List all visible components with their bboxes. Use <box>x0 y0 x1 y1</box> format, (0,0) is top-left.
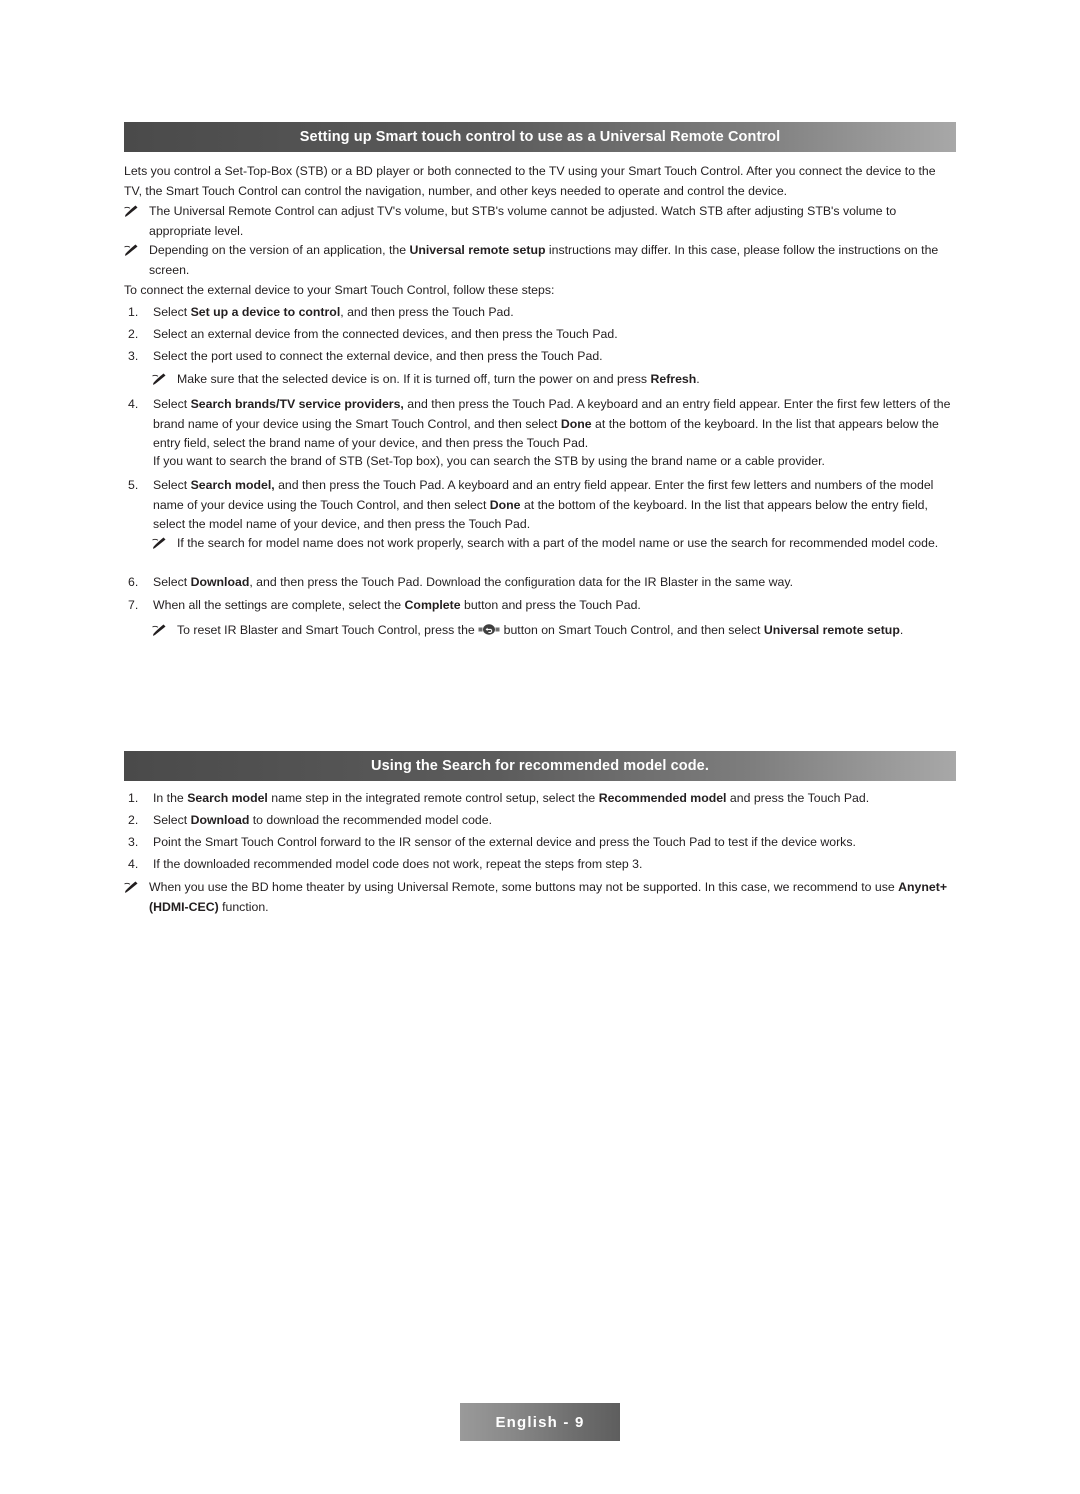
note-reset-term: Universal remote setup <box>763 623 900 637</box>
step-5-term-1: Search model, <box>190 478 275 492</box>
step-3-text: Select the port used to connect the exte… <box>153 349 603 363</box>
note-device-on: Make sure that the selected device is on… <box>152 370 954 390</box>
page-footer: English - 9 <box>460 1403 620 1441</box>
note-reset-text-d: . <box>899 623 904 637</box>
note-reset-text-a: To reset IR Blaster and Smart Touch Cont… <box>177 623 479 637</box>
pencil-note-icon <box>124 202 149 241</box>
s2-note-text-a: When you use the BD home theater by usin… <box>149 880 899 894</box>
s2-step-2-number: 2. <box>128 813 139 827</box>
step-3: 3. Select the port used to connect the e… <box>128 347 954 367</box>
step-6: 6. Select Download, and then press the T… <box>128 573 954 593</box>
s2-step-1-term-2: Recommended model <box>598 791 727 805</box>
step-7: 7. When all the settings are complete, s… <box>128 596 954 616</box>
pencil-note-icon <box>124 878 149 917</box>
step-4: 4. Select Search brands/TV service provi… <box>128 395 954 454</box>
step-6-term: Download <box>190 575 250 589</box>
s2-note-bd-home-theater: When you use the BD home theater by usin… <box>124 878 954 917</box>
section-header-universal-remote-title: Setting up Smart touch control to use as… <box>299 128 781 145</box>
step-7-text: When all the settings are complete, sele… <box>153 596 954 616</box>
s2-step-3-number: 3. <box>128 835 139 849</box>
note-volume: The Universal Remote Control can adjust … <box>124 202 954 241</box>
step-7-number: 7. <box>128 598 139 612</box>
step-1-term: Set up a device to control <box>190 305 341 319</box>
note-model-search-text: If the search for model name does not wo… <box>177 536 939 550</box>
s2-step-1-number: 1. <box>128 791 139 805</box>
note-device-on-text: Make sure that the selected device is on… <box>177 370 954 390</box>
s2-step-4-number: 4. <box>128 857 139 871</box>
step-6-text-c: , and then press the Touch Pad. Download… <box>249 575 794 589</box>
note-reset: To reset IR Blaster and Smart Touch Cont… <box>152 621 954 641</box>
pencil-note-icon <box>152 370 177 390</box>
step-6-text-a: Select <box>153 575 191 589</box>
section-header-universal-remote: Setting up Smart touch control to use as… <box>124 122 956 152</box>
note-version-text: Depending on the version of an applicati… <box>149 241 954 280</box>
step-7-text-c: button and press the Touch Pad. <box>460 598 641 612</box>
step-4-subnote: If you want to search the brand of STB (… <box>153 454 825 468</box>
s2-step-3-text: Point the Smart Touch Control forward to… <box>153 835 856 849</box>
s2-step-3: 3. Point the Smart Touch Control forward… <box>128 833 954 853</box>
note-reset-text: To reset IR Blaster and Smart Touch Cont… <box>177 621 954 641</box>
step-1: 1. Select Set up a device to control, an… <box>128 303 954 323</box>
note-model-search: If the search for model name does not wo… <box>152 534 954 554</box>
step-1-text: Select Set up a device to control, and t… <box>153 303 954 323</box>
s2-step-4: 4. If the downloaded recommended model c… <box>128 855 954 875</box>
step-1-text-c: , and then press the Touch Pad. <box>340 305 514 319</box>
step-4-text-a: Select <box>153 397 191 411</box>
step-5: 5. Select Search model, and then press t… <box>128 476 954 535</box>
s2-step-1: 1. In the Search model name step in the … <box>128 789 954 809</box>
step-6-number: 6. <box>128 575 139 589</box>
note-device-on-term: Refresh <box>650 372 697 386</box>
step-4-term-1: Search brands/TV service providers, <box>190 397 404 411</box>
note-version: Depending on the version of an applicati… <box>124 241 954 280</box>
s2-step-1-text-a: In the <box>153 791 188 805</box>
section-header-recommended-model: Using the Search for recommended model c… <box>124 751 956 781</box>
s2-step-4-text: If the downloaded recommended model code… <box>153 857 643 871</box>
s2-step-2: 2. Select Download to download the recom… <box>128 811 954 831</box>
steps-lead-in: To connect the external device to your S… <box>124 283 555 297</box>
step-5-text-a: Select <box>153 478 191 492</box>
s2-step-2-term: Download <box>190 813 250 827</box>
pencil-note-icon <box>152 534 177 554</box>
step-4-text: Select Search brands/TV service provider… <box>153 395 954 454</box>
page-number-label: English - 9 <box>495 1413 585 1431</box>
pencil-note-icon <box>152 621 177 641</box>
s2-step-1-text: In the Search model name step in the int… <box>153 789 954 809</box>
s2-step-2-text-a: Select <box>153 813 191 827</box>
step-2: 2. Select an external device from the co… <box>128 325 954 345</box>
step-2-number: 2. <box>128 327 139 341</box>
note-version-text-a: Depending on the version of an applicati… <box>149 243 410 257</box>
step-3-number: 3. <box>128 349 139 363</box>
s2-step-1-text-e: and press the Touch Pad. <box>726 791 870 805</box>
s2-step-1-term-1: Search model <box>187 791 268 805</box>
step-7-term: Complete <box>404 598 461 612</box>
remote-return-button-icon <box>478 624 500 635</box>
step-4-number: 4. <box>128 397 139 411</box>
step-4-term-2: Done <box>560 416 592 431</box>
intro-paragraph: Lets you control a Set-Top-Box (STB) or … <box>124 164 936 198</box>
step-7-text-a: When all the settings are complete, sele… <box>153 598 405 612</box>
step-5-term-2: Done <box>489 497 521 512</box>
step-5-text: Select Search model, and then press the … <box>153 476 954 535</box>
s2-step-1-text-c: name step in the integrated remote contr… <box>267 791 599 805</box>
manual-page: Setting up Smart touch control to use as… <box>0 0 1080 1494</box>
section-header-recommended-model-title: Using the Search for recommended model c… <box>371 757 709 774</box>
step-1-number: 1. <box>128 305 139 319</box>
note-device-on-text-c: . <box>696 372 700 386</box>
s2-note-text-c: function. <box>218 899 269 914</box>
pencil-note-icon <box>124 241 149 280</box>
note-device-on-text-a: Make sure that the selected device is on… <box>177 372 651 386</box>
step-1-text-a: Select <box>153 305 191 319</box>
step-5-number: 5. <box>128 478 139 492</box>
s2-step-2-text-c: to download the recommended model code. <box>249 813 493 827</box>
note-volume-text: The Universal Remote Control can adjust … <box>149 204 897 238</box>
step-6-text: Select Download, and then press the Touc… <box>153 573 954 593</box>
s2-step-2-text: Select Download to download the recommen… <box>153 811 954 831</box>
s2-note-bd-home-theater-text: When you use the BD home theater by usin… <box>149 878 954 917</box>
step-2-text: Select an external device from the conne… <box>153 327 618 341</box>
note-version-term: Universal remote setup <box>409 243 546 257</box>
note-reset-text-b: button on Smart Touch Control, and then … <box>500 623 764 637</box>
